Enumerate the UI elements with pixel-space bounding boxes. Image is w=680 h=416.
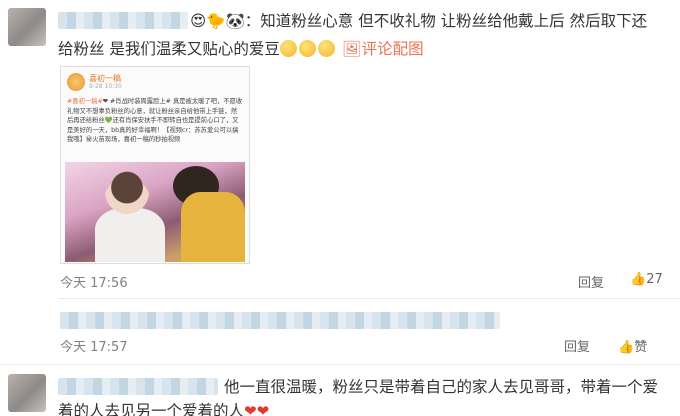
comment-text-line2: 着的人去见另一个爱着的人❤❤ (58, 398, 269, 416)
comment-text-line1: 他一直很温暖，粉丝只是带着自己的家人去见哥哥，带着一个爱 (224, 378, 659, 396)
comment-text-line2: 给粉丝 是我们温柔又贴心的爱豆 🖼评论配图 (58, 40, 424, 58)
username-blurred[interactable] (60, 312, 500, 329)
heart-eyes-emoji-icon: 😍 (190, 12, 207, 30)
panda-emoji-icon: 🐼 (225, 12, 245, 30)
divider (0, 364, 680, 365)
comment-time: 今天 17:56 (60, 276, 128, 291)
divider (58, 298, 680, 299)
username-blurred[interactable] (58, 12, 188, 29)
heart-icon: ❤❤ (244, 402, 270, 416)
image-post-text: #喜初一稿#❤ #肖战时装周露脸上# 真是被太暖了吧，不愿收礼物又不想辜负粉丝的… (67, 98, 243, 143)
like-thumb-icon: 👍 (618, 340, 635, 355)
duck-emoji-icon: 🐤 (206, 12, 226, 30)
username-blurred[interactable] (58, 378, 218, 395)
avatar[interactable] (8, 8, 46, 46)
image-video-still (65, 162, 245, 262)
like-thumb-icon: 👍 (630, 272, 647, 287)
like-button[interactable]: 👍赞 (618, 336, 647, 355)
like-button[interactable]: 👍27 (630, 272, 663, 287)
reply-button[interactable]: 回复 (578, 272, 604, 291)
comment-text-line1: 😍🐤🐼：知道粉丝心意 但不收礼物 让粉丝给他戴上后 然后取下还 (190, 12, 648, 30)
avatar[interactable] (8, 374, 46, 412)
comment-attached-image[interactable]: 喜初一稿 9-28 10:30 #喜初一稿#❤ #肖战时装周露脸上# 真是被太暖… (60, 66, 250, 264)
comment-image-link[interactable]: 🖼评论配图 (342, 40, 424, 58)
reply-button[interactable]: 回复 (564, 336, 590, 355)
smile-emoji-icon (279, 40, 337, 58)
image-author-avatar (67, 73, 85, 91)
image-post-time: 9-28 10:30 (89, 83, 122, 90)
comment-time: 今天 17:57 (60, 340, 128, 355)
picture-icon: 🖼 (341, 40, 362, 58)
